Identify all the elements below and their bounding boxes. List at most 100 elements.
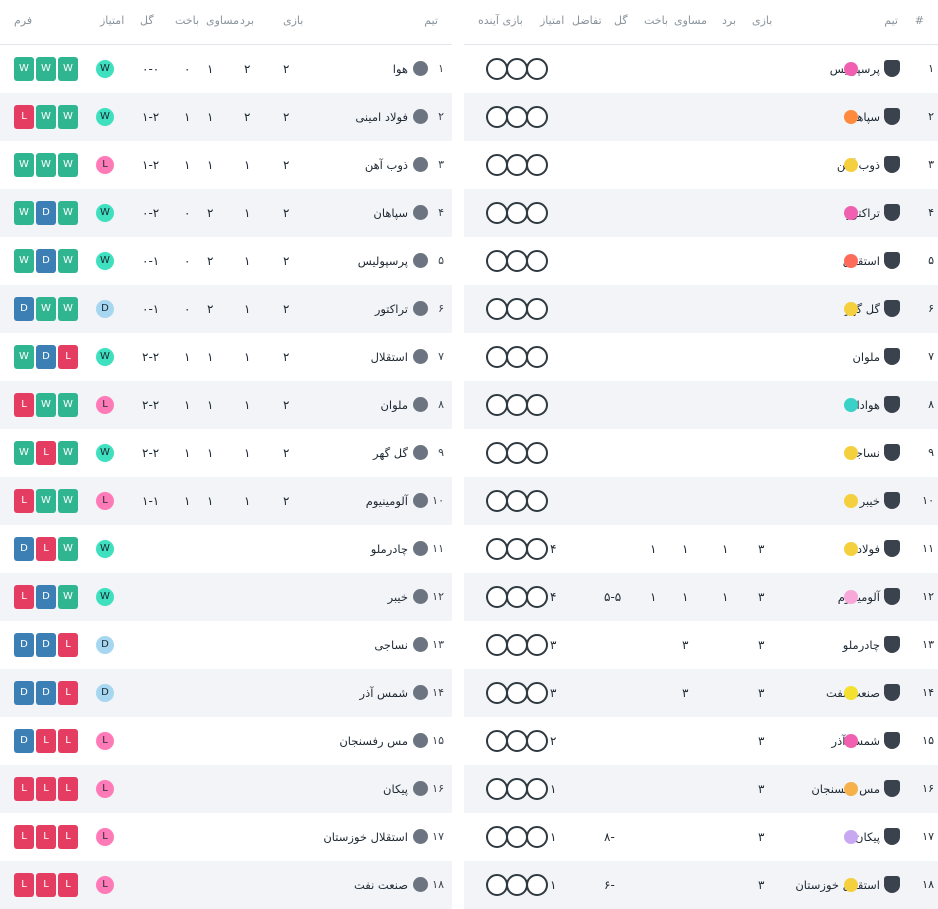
table-row[interactable]: ۸ هوادار [464,381,938,429]
form-result-tile: L [36,873,56,897]
next-match-icon[interactable] [506,538,528,560]
next-match-icon[interactable] [506,826,528,848]
next-match-icon[interactable] [526,154,548,176]
next-match-icon[interactable] [506,58,528,80]
next-match-icon[interactable] [526,106,548,128]
next-match-icon[interactable] [486,202,508,224]
table-row[interactable]: ۳ذوب آهن۲۱۱۱۱-۲L۶WWW [0,141,452,189]
form-result-tile: L [14,873,34,897]
next-match-icon[interactable] [506,106,528,128]
table-row[interactable]: ۶ گل گهر [464,285,938,333]
next-match-icon[interactable] [486,778,508,800]
next-match-icon[interactable] [486,538,508,560]
table-row[interactable]: ۸ملوان۲۱۱۱۲-۲L۴LWW [0,381,452,429]
next-match-icon[interactable] [506,682,528,704]
goals-value: ۶- [604,878,615,892]
next-match-icon[interactable] [486,826,508,848]
table-row[interactable]: ۱۰آلومینیوم۲۱۱۱۱-۱L۴LWW [0,477,452,525]
next-match-icon[interactable] [506,346,528,368]
next-match-icon[interactable] [506,250,528,272]
next-match-icon[interactable] [526,202,548,224]
form-result-tile: D [14,633,34,657]
next-match-icon[interactable] [526,442,548,464]
table-row[interactable]: ۵پرسپولیس۲۱۲۰۰-۱W۵WDW [0,237,452,285]
table-row[interactable]: ۱۸ استقلال خوزستان ۳ ۶- ۱ [464,861,938,909]
table-row[interactable]: ۱۱ فولاد ۳ ۱ ۱ ۱ ۴ [464,525,938,573]
next-match-icon[interactable] [486,346,508,368]
form-result-tile: D [36,633,56,657]
table-row[interactable]: ۱۷ پیکان ۳ ۸- ۱ [464,813,938,861]
table-row[interactable]: ۱۲ خیبر W L D W [0,573,452,621]
next-match-icon[interactable] [526,538,548,560]
last-result-badge: L [96,780,114,798]
next-match-icon[interactable] [486,586,508,608]
table-row[interactable]: ۵ استقلال [464,237,938,285]
next-match-icon[interactable] [526,874,548,896]
next-match-icon[interactable] [526,298,548,320]
table-row[interactable]: ۱۴ شمس آذر D D D L [0,669,452,717]
next-match-icon[interactable] [486,442,508,464]
table-row[interactable]: ۱۰ خیبر [464,477,938,525]
table-row[interactable]: ۱هوا۲۲۱۰۰-۰W۷WWW [0,45,452,93]
table-row[interactable]: ۱۶ پیکان L L L L [0,765,452,813]
next-match-icon[interactable] [526,682,548,704]
table-row[interactable]: ۱۳ نساجی D D D L [0,621,452,669]
table-row[interactable]: ۲فولاد امینی۲۲۱۱۱-۲W۶LWW [0,93,452,141]
next-match-icon[interactable] [486,154,508,176]
next-match-icon[interactable] [506,730,528,752]
next-match-icon[interactable] [506,154,528,176]
next-match-icon[interactable] [486,58,508,80]
next-match-icon[interactable] [506,442,528,464]
next-match-icon[interactable] [526,58,548,80]
next-match-icon[interactable] [526,394,548,416]
next-match-icon[interactable] [526,586,548,608]
next-match-icon[interactable] [506,394,528,416]
next-match-icon[interactable] [526,826,548,848]
next-match-icon[interactable] [506,490,528,512]
next-match-icon[interactable] [486,250,508,272]
next-match-icon[interactable] [486,682,508,704]
next-match-icon[interactable] [506,778,528,800]
next-match-icon[interactable] [526,346,548,368]
next-match-icon[interactable] [486,730,508,752]
goals-value: ۰-۱ [142,254,160,268]
table-row[interactable]: ۷ ملوان [464,333,938,381]
next-match-icon[interactable] [486,298,508,320]
next-match-icon[interactable] [486,394,508,416]
team-crest-icon [413,61,428,76]
table-row[interactable]: ۱۴ صنعت نفت ۳ ۳ ۳ [464,669,938,717]
table-row[interactable]: ۷استقلال۲۱۱۱۲-۲W۴WDL [0,333,452,381]
next-match-icon[interactable] [526,778,548,800]
next-match-icon[interactable] [506,634,528,656]
table-row[interactable]: ۲ سپاهان [464,93,938,141]
table-row[interactable]: ۱۲ آلومینیوم ۳ ۱ ۱ ۱ ۵-۵ ۴ [464,573,938,621]
table-row[interactable]: ۳ ذوب آهن [464,141,938,189]
team-crest-icon [884,828,900,845]
table-row[interactable]: ۴سپاهان۲۱۲۰۰-۲W۵WDW [0,189,452,237]
next-match-icon[interactable] [526,250,548,272]
table-row[interactable]: ۴ تراکتور [464,189,938,237]
next-match-icon[interactable] [506,298,528,320]
table-row[interactable]: ۱۷ استقلال خوزستان L L L L [0,813,452,861]
table-row[interactable]: ۱۵ مس رفسنجان L D L L [0,717,452,765]
next-match-icon[interactable] [526,730,548,752]
table-row[interactable]: ۶تراکتور۲۱۲۰۰-۱D۵DWW [0,285,452,333]
table-row[interactable]: ۱۸ صنعت نفت L L L L [0,861,452,909]
table-row[interactable]: ۱۱ چادرملو W D L W [0,525,452,573]
table-row[interactable]: ۹گل گهر۲۱۱۱۲-۲W۴WLW [0,429,452,477]
next-match-icon[interactable] [506,874,528,896]
next-match-icon[interactable] [506,586,528,608]
next-match-icon[interactable] [486,634,508,656]
table-row[interactable]: ۱پرسپولیس [464,45,938,93]
next-match-icon[interactable] [486,490,508,512]
table-row[interactable]: ۱۵ شمس آذر ۳ ۲ [464,717,938,765]
next-match-icon[interactable] [506,202,528,224]
won-value: ۱ [244,254,251,268]
next-match-icon[interactable] [486,874,508,896]
next-match-icon[interactable] [526,634,548,656]
table-row[interactable]: ۱۳ چادرملو ۳ ۳ ۳ [464,621,938,669]
next-match-icon[interactable] [526,490,548,512]
table-row[interactable]: ۱۶ مس رفسنجان ۳ ۱ [464,765,938,813]
table-row[interactable]: ۹ نساجی [464,429,938,477]
next-match-icon[interactable] [486,106,508,128]
